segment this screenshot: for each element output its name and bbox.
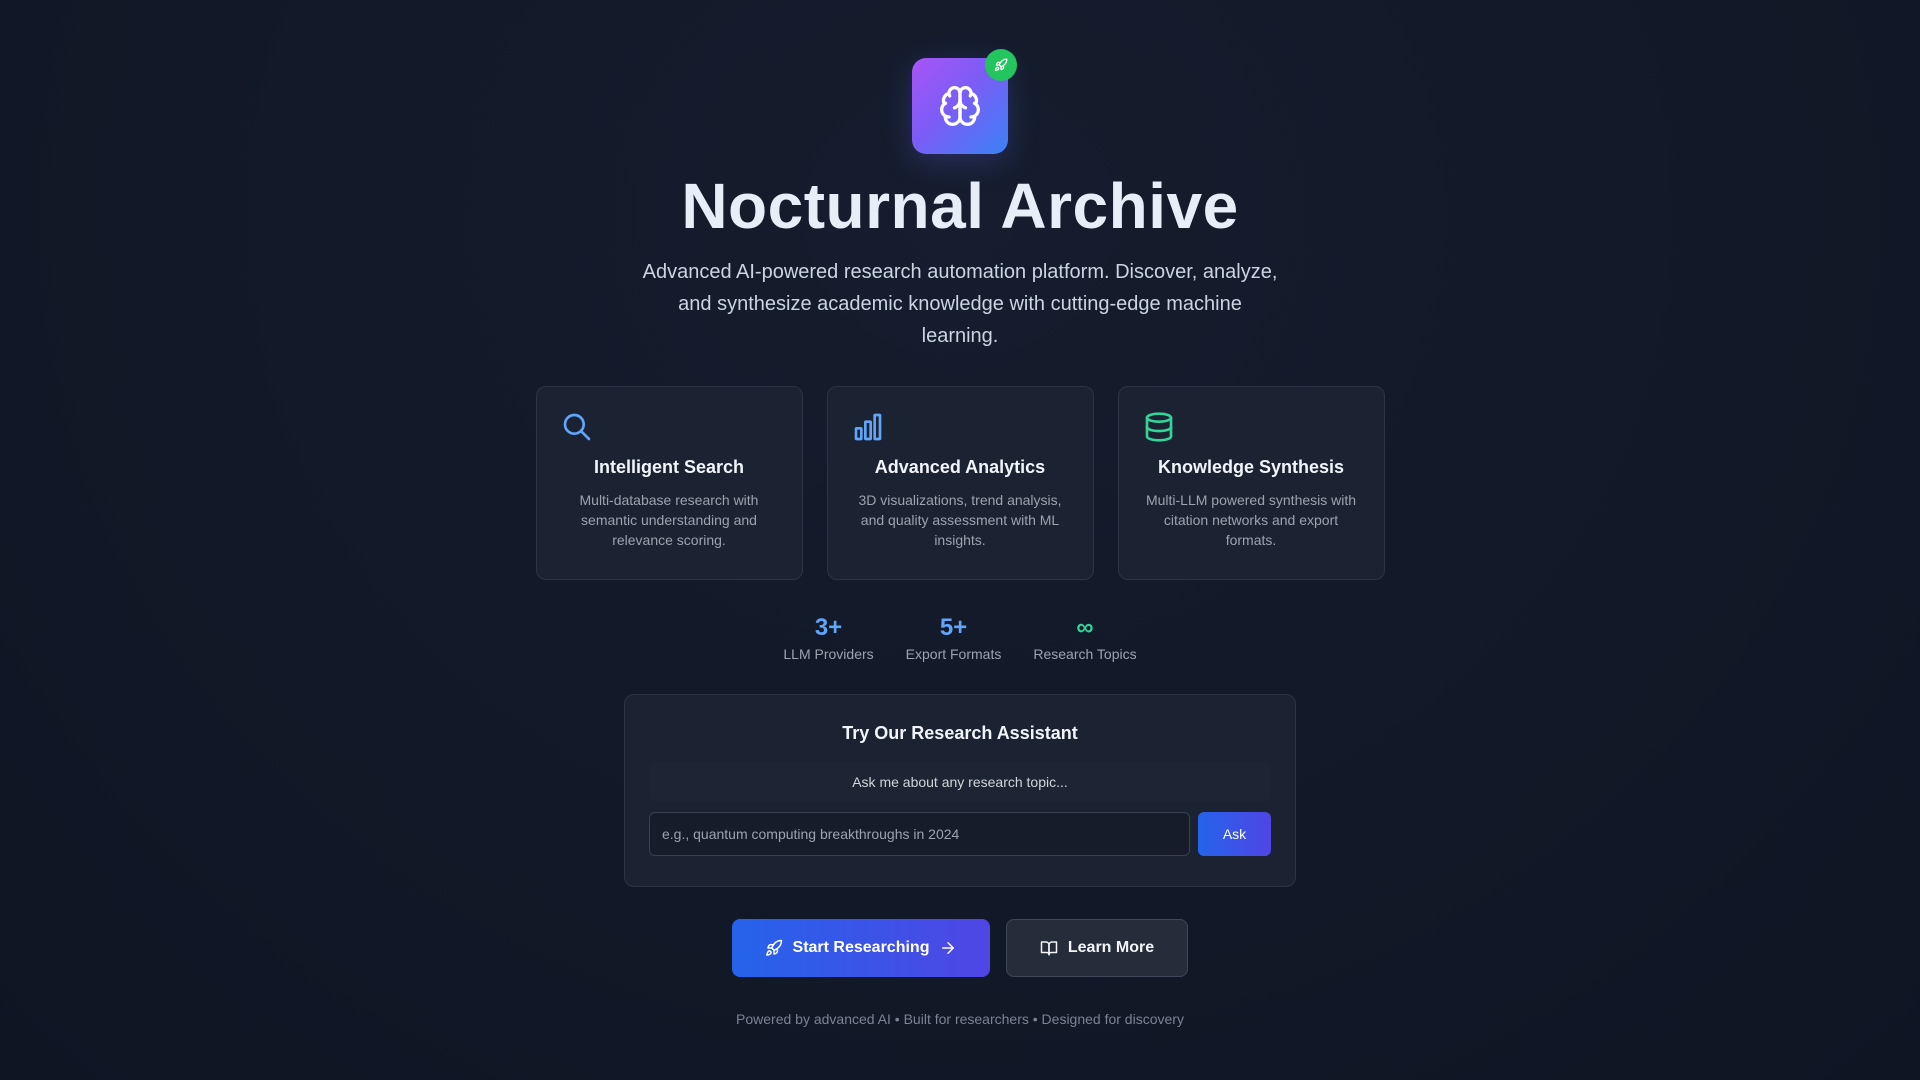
start-researching-label: Start Researching: [792, 939, 930, 956]
page-title: Nocturnal Archive: [681, 170, 1239, 242]
feature-title: Intelligent Search: [593, 457, 745, 477]
feature-description: Multi-LLM powered synthesis with citatio…: [1145, 492, 1357, 548]
stat-llm-providers: 3+ LLM Providers: [783, 614, 873, 662]
brain-icon: [938, 84, 982, 128]
research-assistant-panel: Try Our Research Assistant Ask me about …: [624, 694, 1296, 887]
app-logo: [912, 49, 1017, 154]
stat-label: Research Topics: [1033, 646, 1137, 662]
stat-value: ∞: [1076, 614, 1094, 641]
book-open-icon: [1040, 939, 1058, 957]
cta-row: Start Researching Learn More: [732, 919, 1188, 977]
arrow-right-icon: [939, 939, 957, 957]
research-query-input[interactable]: [649, 812, 1190, 856]
feature-card-search: Intelligent Search Multi-database resear…: [535, 386, 803, 580]
footer-tagline: Powered by advanced AI • Built for resea…: [736, 1011, 1184, 1027]
stat-label: Export Formats: [905, 646, 1002, 662]
bar-chart-icon: [852, 411, 884, 443]
feature-card-synthesis: Knowledge Synthesis Multi-LLM powered sy…: [1117, 386, 1385, 580]
learn-more-label: Learn More: [1067, 939, 1155, 956]
rocket-icon: [765, 939, 783, 957]
ask-row: Ask: [649, 812, 1271, 856]
logo-badge: [985, 49, 1017, 81]
feature-card-analytics: Advanced Analytics 3D visualizations, tr…: [826, 386, 1094, 580]
feature-description: Multi-database research with semantic un…: [579, 492, 759, 548]
stat-value: 5+: [939, 614, 968, 641]
search-icon: [561, 411, 593, 443]
landing-page: Nocturnal Archive Advanced AI-powered re…: [0, 0, 1920, 1080]
ask-button[interactable]: Ask: [1198, 812, 1271, 856]
stat-value: 3+: [814, 614, 843, 641]
feature-title: Advanced Analytics: [874, 457, 1046, 477]
feature-title: Knowledge Synthesis: [1157, 457, 1345, 477]
feature-description: 3D visualizations, trend analysis, and q…: [858, 492, 1062, 548]
page-subtitle: Advanced AI-powered research automation …: [642, 261, 1278, 347]
assistant-message: Ask me about any research topic...: [649, 762, 1271, 802]
stat-export-formats: 5+ Export Formats: [906, 614, 1002, 662]
stats-row: 3+ LLM Providers 5+ Export Formats ∞ Res…: [783, 614, 1136, 662]
rocket-icon: [994, 58, 1008, 72]
stat-research-topics: ∞ Research Topics: [1033, 614, 1136, 662]
start-researching-button[interactable]: Start Researching: [732, 919, 990, 977]
learn-more-button[interactable]: Learn More: [1006, 919, 1188, 977]
database-icon: [1143, 411, 1175, 443]
stat-label: LLM Providers: [783, 646, 874, 662]
assistant-title: Try Our Research Assistant: [842, 723, 1078, 743]
feature-cards: Intelligent Search Multi-database resear…: [535, 386, 1385, 580]
